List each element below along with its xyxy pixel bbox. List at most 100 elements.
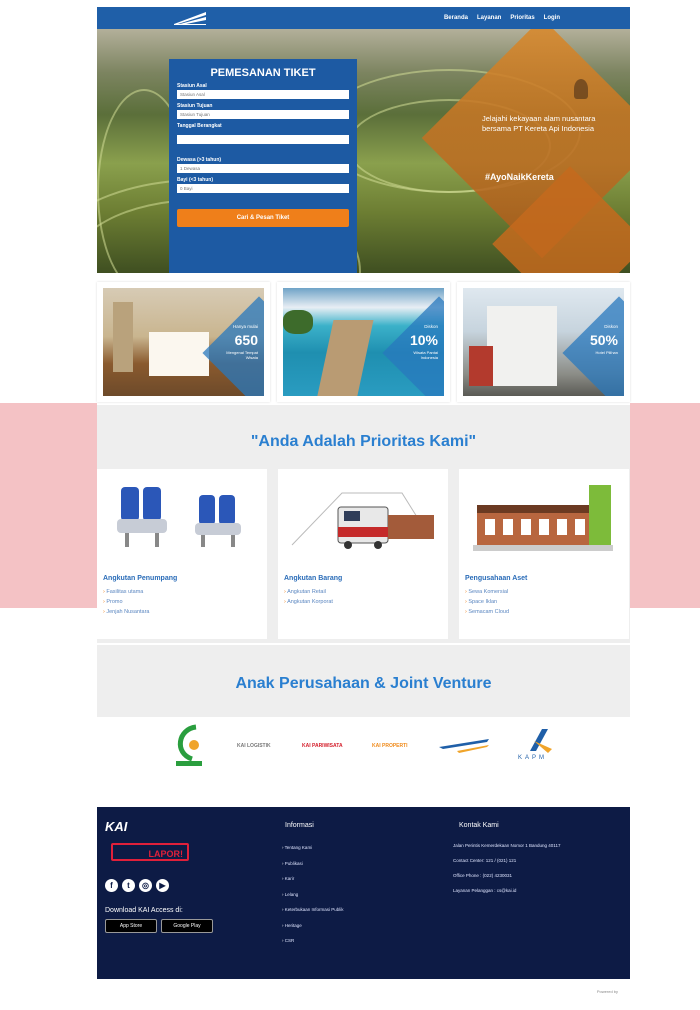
footer-link-csr[interactable]: CSR [282, 938, 344, 954]
curtain-image [113, 302, 133, 372]
nav-link-login[interactable]: Login [544, 15, 560, 21]
footer-link-publikasi[interactable]: Publikasi [282, 861, 344, 877]
card-link[interactable]: Semacam Cloud [465, 609, 509, 619]
promo-top-text: Hanya mulai [232, 324, 258, 329]
booking-form: PEMESANAN TIKET Stasiun Asal Stasiun Tuj… [169, 59, 357, 273]
svg-text:KAPM: KAPM [518, 755, 547, 761]
kai-logo-icon[interactable] [172, 10, 208, 26]
card-list: Angkutan Retail Angkutan Korporat [284, 589, 333, 609]
promo-bottom-text: Hotel Pilihan [595, 350, 618, 355]
infant-select[interactable]: 0 Bayi [177, 184, 349, 193]
facebook-icon[interactable]: f [105, 879, 118, 892]
footer-kai-logo[interactable]: KAI [105, 819, 127, 834]
service-card-freight[interactable]: Angkutan Barang Angkutan Retail Angkutan… [278, 469, 448, 639]
nav-link-prioritas[interactable]: Prioritas [510, 15, 534, 21]
footer-link-heritage[interactable]: Heritage [282, 923, 344, 939]
powered-by-text: Powered by [596, 989, 618, 994]
download-app-text: Download KAI Access di: [105, 907, 183, 914]
promo-value: 10% [409, 332, 438, 348]
commuter-logo-icon[interactable] [172, 723, 206, 769]
promo-value: 650 [234, 332, 258, 348]
card-link[interactable]: Fasilitas utama [103, 589, 150, 599]
hero-banner: Jelajahi kekayaan alam nusantara bersama… [97, 29, 630, 273]
traveller-icon [574, 79, 588, 99]
nav-link-layanan[interactable]: Layanan [477, 15, 501, 21]
page-container: Beranda Layanan Prioritas Login Jelajahi… [97, 7, 630, 1010]
contact-email[interactable]: Layanan Pelanggan : cs@kai.id [453, 888, 628, 894]
priority-title: "Anda Adalah Prioritas Kami" [250, 433, 477, 450]
card-link[interactable]: Sewa Komersial [465, 589, 509, 599]
contact-office-phone[interactable]: Office Phone : (022) 4230031 [453, 873, 628, 879]
google-play-button[interactable]: Google Play [161, 919, 213, 933]
contact-list: Jalan Perintis Kemerdekaan Nomor 1 Bandu… [453, 843, 628, 903]
promo-card[interactable]: Diskon 50% Hotel Pilihan [457, 282, 630, 402]
origin-input[interactable] [177, 90, 349, 99]
youtube-icon[interactable]: ▶ [156, 879, 169, 892]
footer-link-keterbukaan[interactable]: Keterbukaan Informasi Publik [282, 907, 344, 923]
card-title: Angkutan Barang [284, 575, 343, 582]
promo-value: 50% [589, 332, 618, 348]
adult-label: Dewasa (>3 tahun) [177, 157, 222, 163]
nav-link-beranda[interactable]: Beranda [444, 15, 468, 21]
infant-label: Bayi (<3 tahun) [177, 177, 213, 183]
card-list: Sewa Komersial Space Iklan Semacam Cloud [465, 589, 509, 619]
destination-label: Stasiun Tujuan [177, 103, 213, 109]
railink-logo-icon[interactable] [437, 733, 491, 757]
locomotive-image [291, 492, 434, 549]
nav-links: Beranda Layanan Prioritas Login [444, 7, 560, 29]
origin-label: Stasiun Asal [177, 83, 207, 89]
beach-image: Diskon 10% Wisata Pantai Indonesia [283, 288, 444, 396]
adult-select[interactable]: 1 Dewasa [177, 164, 349, 173]
hero-tagline: Jelajahi kekayaan alam nusantara bersama… [482, 114, 596, 133]
social-links: f t ◎ ▶ [105, 879, 169, 892]
app-store-badges: App Store Google Play [105, 919, 213, 933]
card-link[interactable]: Angkutan Retail [284, 589, 333, 599]
hotel-room-image: Hanya mulai 650 Mengenal Tempat Wisata [103, 288, 264, 396]
card-list: Fasilitas utama Promo Jenjah Nusantara [103, 589, 150, 619]
subsidiaries-section: Anak Perusahaan & Joint Venture [97, 645, 630, 717]
island-image [283, 310, 313, 334]
contact-center[interactable]: Contact Center: 121 / (021) 121 [453, 858, 628, 864]
promo-bottom-text: Wisata Pantai Indonesia [413, 350, 438, 360]
promo-card[interactable]: Diskon 10% Wisata Pantai Indonesia [277, 282, 450, 402]
date-input[interactable] [177, 135, 349, 144]
service-card-passenger[interactable]: Angkutan Penumpang Fasilitas utama Promo… [97, 469, 267, 639]
card-link[interactable]: Promo [103, 599, 150, 609]
contact-address: Jalan Perintis Kemerdekaan Nomor 1 Bandu… [453, 843, 561, 848]
contact-title: Kontak Kami [459, 822, 499, 829]
footer-link-karir[interactable]: Karir [282, 876, 344, 892]
destination-input[interactable] [177, 110, 349, 119]
subsidiary-logo-logistik[interactable]: KAI LOGISTIK [237, 743, 271, 749]
instagram-icon[interactable]: ◎ [139, 879, 152, 892]
info-title: Informasi [285, 822, 314, 829]
subsidiary-logo-properti[interactable]: KAI PROPERTI [372, 743, 408, 749]
service-card-asset[interactable]: Pengusahaan Aset Sewa Komersial Space Ik… [459, 469, 629, 639]
card-title: Angkutan Penumpang [103, 575, 178, 582]
promo-section: Hanya mulai 650 Mengenal Tempat Wisata D… [97, 282, 630, 404]
booking-form-title: PEMESANAN TIKET [210, 67, 316, 79]
card-link[interactable]: Space Iklan [465, 599, 509, 609]
footer-link-tentang[interactable]: Tentang Kami [282, 845, 344, 861]
card-link[interactable]: Jenjah Nusantara [103, 609, 149, 619]
station-building-image [473, 485, 613, 551]
promo-card[interactable]: Hanya mulai 650 Mengenal Tempat Wisata [97, 282, 270, 402]
bed-image [149, 332, 209, 376]
app-store-button[interactable]: App Store [105, 919, 157, 933]
footer-link-lelang[interactable]: Lelang [282, 892, 344, 908]
info-links: Tentang Kami Publikasi Karir Lelang Kete… [282, 845, 344, 954]
search-ticket-button[interactable]: Cari & Pesan Tiket [177, 209, 349, 227]
hotel-building-image: Diskon 50% Hotel Pilihan [463, 288, 624, 396]
shop-image [469, 346, 493, 386]
priority-section: "Anda Adalah Prioritas Kami" Angkutan Pe… [97, 405, 630, 643]
site-footer: KAI LAPOR! f t ◎ ▶ Download KAI Access d… [97, 807, 630, 979]
twitter-icon[interactable]: t [122, 879, 135, 892]
date-label: Tanggal Berangkat [177, 123, 222, 129]
top-navbar: Beranda Layanan Prioritas Login [97, 7, 630, 29]
promo-top-text: Diskon [424, 324, 438, 329]
kapm-logo-icon[interactable]: KAPM [512, 727, 558, 761]
card-link[interactable]: Angkutan Korporat [284, 599, 333, 609]
subsidiary-logo-pariwisata[interactable]: KAI PARIWISATA [302, 743, 343, 749]
pier-image [316, 320, 374, 396]
bottom-bar: Powered by [97, 979, 630, 1010]
lapor-logo[interactable]: LAPOR! [111, 843, 189, 861]
